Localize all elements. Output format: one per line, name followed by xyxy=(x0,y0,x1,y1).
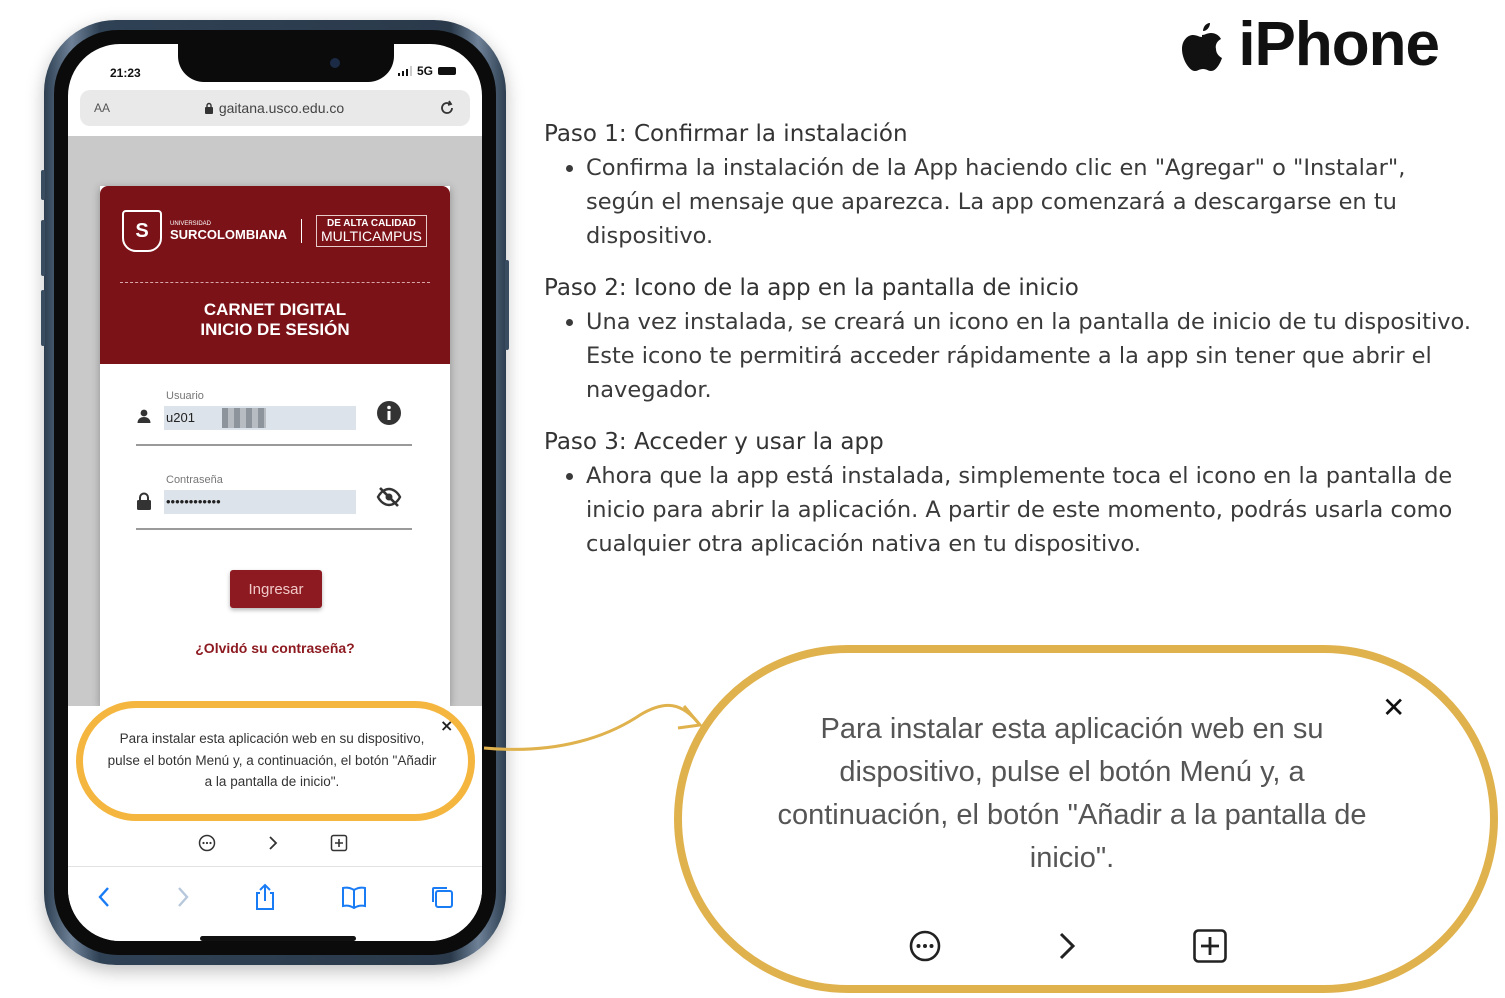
step-1: Paso 1: Confirmar la instalación Confirm… xyxy=(544,118,1474,253)
iphone-brand: iPhone xyxy=(1180,10,1440,79)
battery-icon xyxy=(438,67,456,75)
zoomed-install-message: Para instalar esta aplicación web en su … xyxy=(777,713,1367,874)
logo-divider xyxy=(301,219,302,243)
reader-settings-button[interactable]: AA xyxy=(94,101,110,115)
more-options-icon[interactable] xyxy=(908,929,942,963)
forgot-password-link[interactable]: ¿Olvidó su contraseña? xyxy=(100,640,450,656)
info-icon[interactable] xyxy=(376,400,402,426)
card-title: CARNET DIGITAL INICIO DE SESIÓN xyxy=(200,300,350,339)
accreditation-seal: DE ALTA CALIDAD MULTICAMPUS xyxy=(316,215,427,247)
university-name: SURCOLOMBIANA xyxy=(170,226,287,242)
chevron-right-icon[interactable] xyxy=(1055,929,1079,963)
web-page: S UNIVERSIDAD SURCOLOMBIANA DE ALTA CALI… xyxy=(68,136,482,706)
step-3: Paso 3: Acceder y usar la app Ahora que … xyxy=(544,426,1474,561)
lock-icon xyxy=(204,102,213,114)
username-input[interactable]: u201 xyxy=(164,406,356,430)
url-text: gaitana.usco.edu.co xyxy=(218,100,345,116)
tabs-icon[interactable] xyxy=(430,885,454,909)
network-label: 5G xyxy=(416,64,433,78)
step-2: Paso 2: Icono de la app en la pantalla d… xyxy=(544,272,1474,407)
apple-logo-icon xyxy=(1182,23,1223,71)
username-field[interactable]: Usuario u201 xyxy=(136,386,412,446)
signal-icon xyxy=(397,66,412,76)
bookmarks-icon[interactable] xyxy=(340,885,368,909)
safari-toolbar xyxy=(68,866,482,941)
password-field[interactable]: Contraseña •••••••••••• xyxy=(136,470,412,530)
redacted-text xyxy=(222,408,266,428)
step-body: Ahora que la app está instalada, simplem… xyxy=(586,459,1474,561)
forward-icon[interactable] xyxy=(175,885,191,909)
lock-icon xyxy=(137,492,151,510)
zoomed-prompt-icons xyxy=(908,928,1228,964)
iphone-mockup: 21:23 5G AA gaitana.usco.edu.co S UNIVER… xyxy=(41,20,509,965)
more-options-icon[interactable] xyxy=(198,834,216,852)
volume-up-button xyxy=(41,220,45,276)
step-title: Paso 3: Acceder y usar la app xyxy=(544,429,884,455)
power-button xyxy=(505,260,509,350)
chevron-right-icon[interactable] xyxy=(266,834,280,852)
eye-off-icon[interactable] xyxy=(376,484,402,510)
back-icon[interactable] xyxy=(96,885,112,909)
step-body: Confirma la instalación de la App hacien… xyxy=(586,151,1474,253)
brand-name: iPhone xyxy=(1238,10,1440,79)
status-indicators: 5G xyxy=(397,64,456,78)
phone-screen: 21:23 5G AA gaitana.usco.edu.co S UNIVER… xyxy=(68,44,482,941)
install-prompt-icons xyxy=(198,834,348,852)
reload-icon[interactable] xyxy=(438,99,456,117)
share-icon[interactable] xyxy=(253,883,277,911)
login-card: S UNIVERSIDAD SURCOLOMBIANA DE ALTA CALI… xyxy=(100,186,450,706)
home-indicator xyxy=(200,936,356,941)
status-time: 21:23 xyxy=(110,66,141,80)
safari-address-bar[interactable]: AA gaitana.usco.edu.co xyxy=(80,90,470,126)
step-title: Paso 1: Confirmar la instalación xyxy=(544,121,908,147)
install-steps: Paso 1: Confirmar la instalación Confirm… xyxy=(544,118,1474,580)
side-button xyxy=(41,170,45,200)
highlight-oval xyxy=(76,701,475,821)
user-icon xyxy=(137,409,151,423)
login-card-header: S UNIVERSIDAD SURCOLOMBIANA DE ALTA CALI… xyxy=(100,186,450,364)
volume-down-button xyxy=(41,290,45,346)
notch xyxy=(178,44,394,82)
usco-shield-icon: S xyxy=(122,210,162,252)
zoomed-close-button[interactable]: ✕ xyxy=(1382,691,1405,724)
step-title: Paso 2: Icono de la app en la pantalla d… xyxy=(544,275,1079,301)
step-body: Una vez instalada, se creará un icono en… xyxy=(586,305,1474,407)
zoomed-install-prompt: Para instalar esta aplicación web en su … xyxy=(674,645,1498,993)
front-camera xyxy=(330,58,340,68)
header-divider xyxy=(120,282,430,283)
add-to-home-icon[interactable] xyxy=(330,834,348,852)
add-to-home-icon[interactable] xyxy=(1192,928,1228,964)
password-input[interactable]: •••••••••••• xyxy=(164,490,356,514)
university-logo: S UNIVERSIDAD SURCOLOMBIANA DE ALTA CALI… xyxy=(122,210,427,252)
password-label: Contraseña xyxy=(166,474,223,486)
login-button[interactable]: Ingresar xyxy=(230,570,322,608)
username-label: Usuario xyxy=(166,390,204,402)
